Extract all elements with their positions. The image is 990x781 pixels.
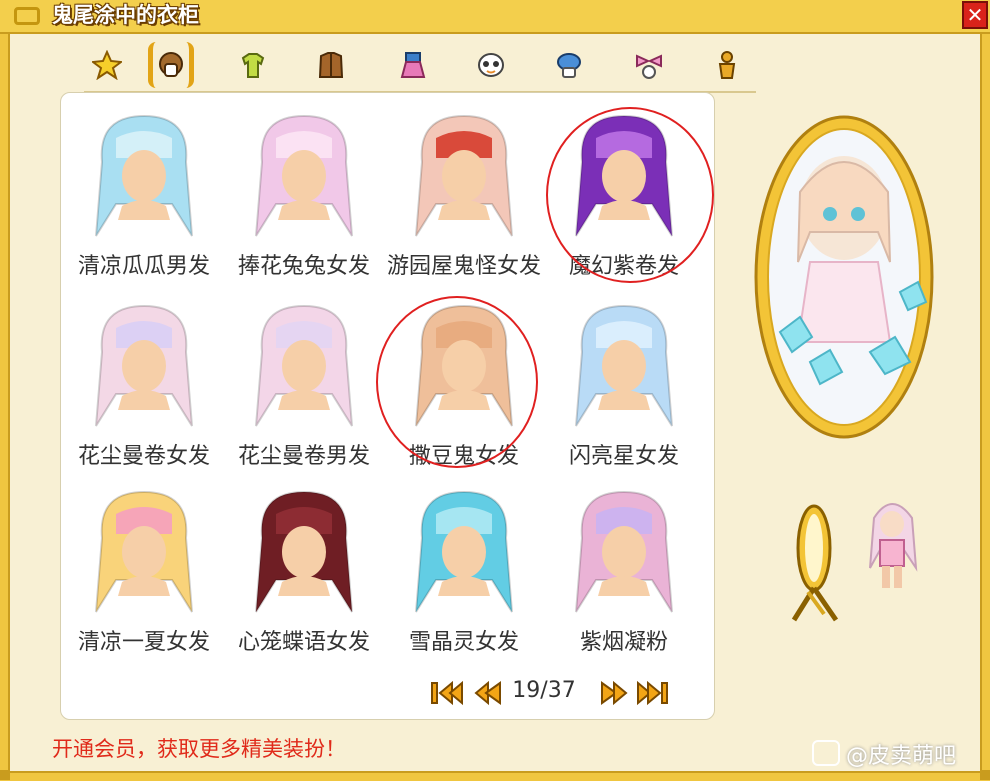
- avatar-preview: [869, 503, 918, 588]
- hair-icon: [159, 52, 183, 77]
- item-label: 花尘曼卷女发: [77, 444, 210, 469]
- hair-thumbnail-icon: [415, 114, 513, 237]
- frame-corner: [0, 770, 10, 780]
- title-ornament-icon: [14, 7, 40, 25]
- mirror-preview: [754, 115, 934, 439]
- highlight-circle: [546, 107, 714, 283]
- tab-accessories[interactable]: [626, 40, 672, 90]
- window-title: 鬼尾涂中的衣柜: [52, 4, 199, 27]
- hair-thumbnail-icon: [575, 304, 673, 427]
- figure-icon: [718, 51, 736, 79]
- hair-item[interactable]: 紫烟凝粉: [544, 476, 704, 656]
- star-icon: [92, 50, 122, 80]
- item-label: 闪亮星女发: [568, 444, 679, 469]
- prev-page-icon[interactable]: [472, 680, 506, 706]
- hair-thumbnail-icon: [255, 114, 353, 237]
- tab-hair[interactable]: [148, 40, 194, 90]
- hair-thumbnail-icon: [95, 304, 193, 427]
- tab-tops[interactable]: [230, 40, 276, 90]
- hair-item[interactable]: 花尘曼卷女发: [64, 290, 224, 470]
- first-page-icon[interactable]: [430, 680, 464, 706]
- pagination: 19/37: [430, 676, 680, 708]
- hair-thumbnail-icon: [255, 304, 353, 427]
- tab-poses[interactable]: [704, 40, 750, 90]
- hair-item[interactable]: 捧花兔兔女发: [224, 100, 384, 280]
- bow-icon: [636, 54, 662, 79]
- close-button[interactable]: ✕: [962, 1, 988, 29]
- hair-thumbnail-icon: [415, 490, 513, 613]
- page-indicator: 19/37: [512, 678, 576, 703]
- watermark-icon: [812, 740, 840, 766]
- hair-thumbnail-icon: [575, 490, 673, 613]
- hair-item[interactable]: 游园屋鬼怪女发: [384, 100, 544, 280]
- hat-icon: [557, 53, 581, 78]
- skirt-icon: [400, 52, 426, 78]
- item-label: 游园屋鬼怪女发: [386, 254, 541, 279]
- item-label: 清凉瓜瓜男发: [77, 254, 210, 279]
- hair-item[interactable]: 清凉瓜瓜男发: [64, 100, 224, 280]
- hair-thumbnail-icon: [95, 490, 193, 613]
- frame-corner: [980, 770, 990, 780]
- item-label: 雪晶灵女发: [408, 630, 519, 655]
- highlight-circle: [376, 296, 538, 468]
- tab-favorites[interactable]: [84, 40, 130, 90]
- hair-item[interactable]: 心笼蝶语女发: [224, 476, 384, 656]
- last-page-icon[interactable]: [636, 680, 670, 706]
- hair-thumbnail-icon: [255, 490, 353, 613]
- coat-icon: [318, 52, 344, 78]
- title-bar[interactable]: 鬼尾涂中的衣柜 ✕: [0, 0, 990, 34]
- item-label: 花尘曼卷男发: [237, 444, 370, 469]
- shirt-icon: [241, 53, 265, 78]
- item-label: 捧花兔兔女发: [237, 254, 370, 279]
- hair-item[interactable]: 雪晶灵女发: [384, 476, 544, 656]
- hair-item[interactable]: 闪亮星女发: [544, 290, 704, 470]
- item-label: 心笼蝶语女发: [237, 630, 370, 655]
- vip-promo-link[interactable]: 开通会员，获取更多精美装扮！: [52, 733, 346, 763]
- tab-coats[interactable]: [308, 40, 354, 90]
- hair-thumbnail-icon: [95, 114, 193, 237]
- face-icon: [478, 53, 504, 77]
- tab-face[interactable]: [468, 40, 514, 90]
- hair-item[interactable]: 清凉一夏女发: [64, 476, 224, 656]
- tab-bottoms[interactable]: [390, 40, 436, 90]
- hair-item[interactable]: 花尘曼卷男发: [224, 290, 384, 470]
- item-label: 紫烟凝粉: [579, 630, 668, 655]
- mirror-stand-icon[interactable]: [778, 496, 850, 628]
- watermark-text: @皮卖萌吧: [846, 744, 957, 769]
- tab-hats[interactable]: [546, 40, 592, 90]
- category-tabs: [84, 40, 764, 90]
- item-label: 清凉一夏女发: [77, 630, 210, 655]
- next-page-icon[interactable]: [596, 680, 630, 706]
